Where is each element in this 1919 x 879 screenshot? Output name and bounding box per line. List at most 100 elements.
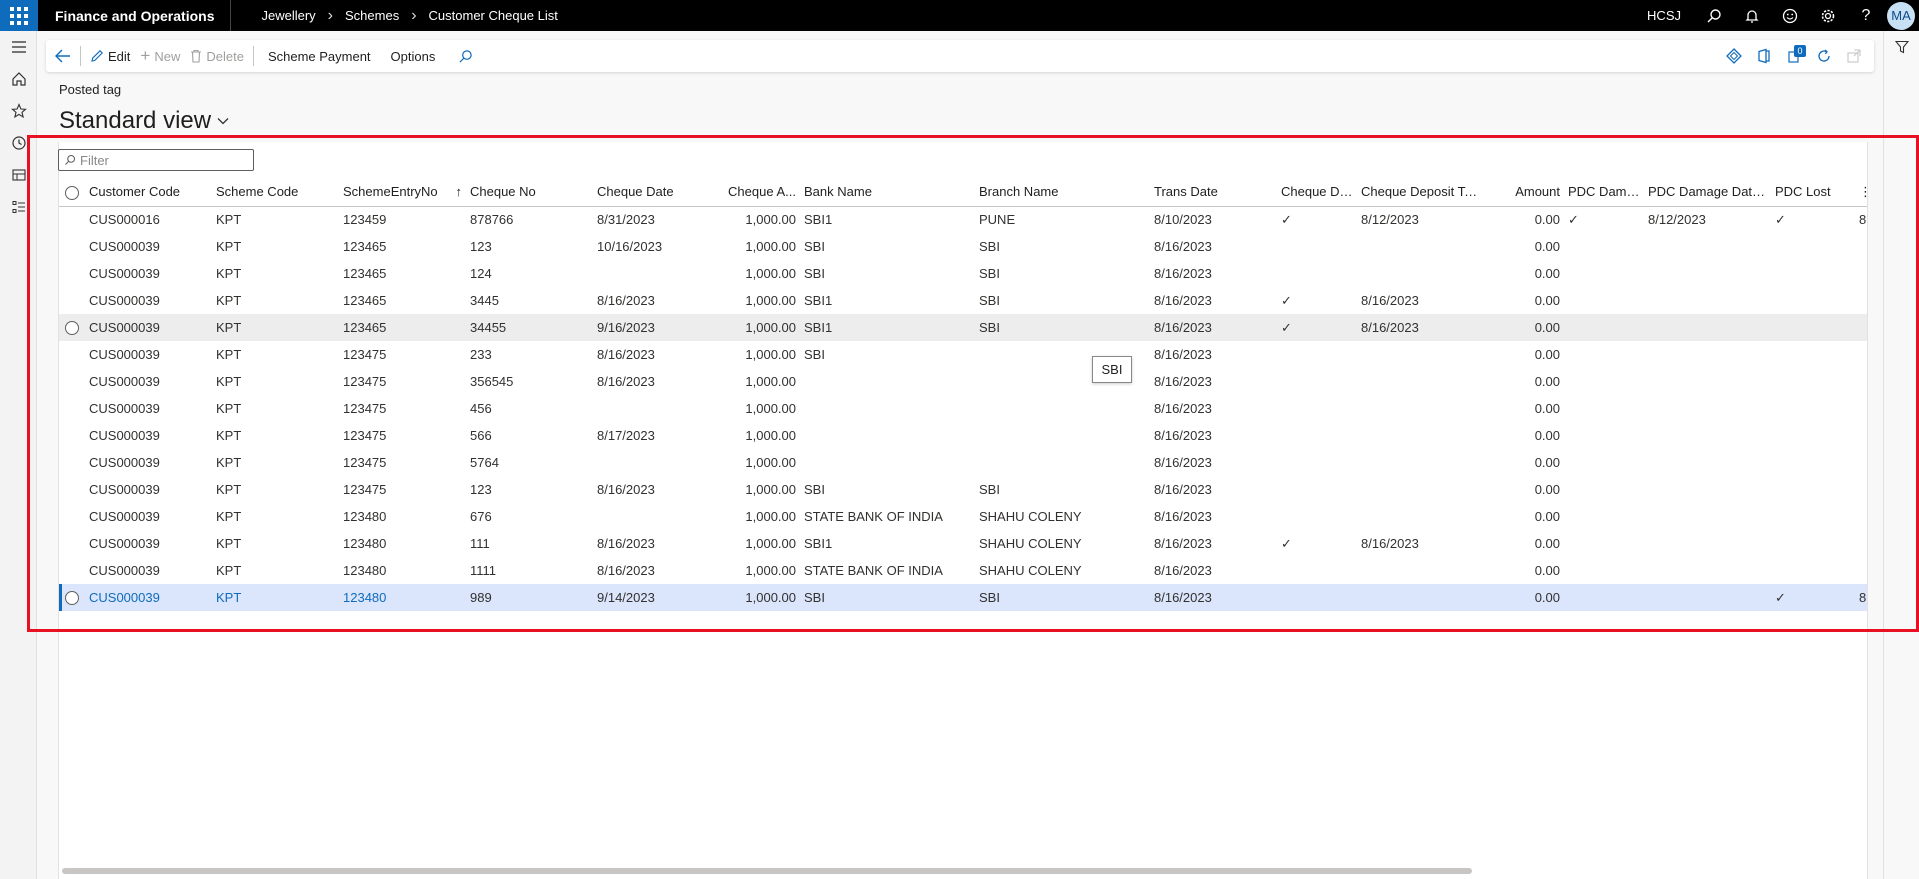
select-all-radio[interactable] (59, 178, 85, 207)
search-actions-button[interactable] (453, 40, 478, 72)
row-select-radio[interactable] (59, 503, 85, 530)
table-cell[interactable]: SBI (975, 476, 1150, 503)
view-selector[interactable]: Standard view (59, 107, 229, 135)
table-cell[interactable] (1644, 395, 1771, 422)
table-cell[interactable]: 8/16/2023 (1150, 260, 1277, 287)
table-cell[interactable] (1564, 557, 1644, 584)
table-cell[interactable]: 123480 (339, 557, 466, 584)
table-cell[interactable]: 1,000.00 (720, 395, 800, 422)
table-cell[interactable]: SBI (800, 260, 975, 287)
table-cell[interactable]: CUS000039 (85, 530, 212, 557)
favorites-star-icon[interactable] (0, 95, 37, 127)
table-cell[interactable]: 0.00 (1484, 341, 1564, 368)
table-cell[interactable]: 0.00 (1484, 368, 1564, 395)
table-cell[interactable]: 34455 (466, 314, 593, 341)
table-cell[interactable]: ✓ (1771, 206, 1855, 233)
table-cell[interactable] (1357, 368, 1484, 395)
table-cell[interactable] (800, 395, 975, 422)
recent-clock-icon[interactable] (0, 127, 37, 159)
table-cell[interactable] (593, 260, 720, 287)
table-cell[interactable] (1277, 368, 1357, 395)
table-cell[interactable]: 0.00 (1484, 260, 1564, 287)
table-cell[interactable] (1277, 233, 1357, 260)
table-cell[interactable]: PUNE (975, 206, 1150, 233)
table-row[interactable]: CUS000039 KPT 123475 233 8/16/2023 1,000.00 SB… (59, 341, 1867, 368)
column-header[interactable]: Trans Date (1150, 178, 1277, 207)
table-cell[interactable]: 8/16/2023 (593, 557, 720, 584)
table-cell[interactable]: CUS000039 (85, 233, 212, 260)
table-cell[interactable] (975, 449, 1150, 476)
table-cell[interactable] (1357, 584, 1484, 611)
table-cell[interactable]: 1,000.00 (720, 584, 800, 611)
table-cell[interactable] (1564, 530, 1644, 557)
table-cell[interactable]: SBI (975, 314, 1150, 341)
table-cell[interactable] (1357, 503, 1484, 530)
row-select-radio[interactable] (59, 287, 85, 314)
table-cell[interactable]: 0.00 (1484, 449, 1564, 476)
table-cell[interactable]: SBI1 (800, 530, 975, 557)
table-cell[interactable] (593, 449, 720, 476)
refresh-icon[interactable] (1812, 44, 1836, 68)
breadcrumb-item-schemes[interactable]: Schemes (345, 8, 399, 23)
table-cell[interactable]: SBI (800, 584, 975, 611)
row-select-radio[interactable] (59, 395, 85, 422)
row-select-radio[interactable] (59, 449, 85, 476)
table-row[interactable]: CUS000039 KPT 123465 123 10/16/2023 1,000.00 S… (59, 233, 1867, 260)
table-cell[interactable]: 123475 (339, 341, 466, 368)
table-cell[interactable] (1644, 530, 1771, 557)
column-header[interactable]: Cheque No (466, 178, 593, 207)
help-icon[interactable]: ? (1847, 0, 1885, 31)
row-select-radio[interactable] (59, 206, 85, 233)
column-header[interactable]: PDC Dama... (1564, 178, 1644, 207)
table-cell[interactable]: SBI1 (800, 314, 975, 341)
table-row[interactable]: CUS000039 KPT 123480 1111 8/16/2023 1,000.00 S… (59, 557, 1867, 584)
table-cell[interactable] (1564, 368, 1644, 395)
table-cell[interactable]: STATE BANK OF INDIA (800, 557, 975, 584)
table-cell[interactable] (1277, 557, 1357, 584)
table-cell[interactable]: 1,000.00 (720, 530, 800, 557)
table-cell[interactable] (1644, 476, 1771, 503)
table-cell[interactable]: KPT (212, 476, 339, 503)
breadcrumb-item-jewellery[interactable]: Jewellery (261, 8, 315, 23)
column-header[interactable]: Cheque De... (1277, 178, 1357, 207)
table-row[interactable]: CUS000039 KPT 123480 111 8/16/2023 1,000.00 SB… (59, 530, 1867, 557)
table-cell[interactable]: 8/16/2023 (593, 476, 720, 503)
table-cell[interactable]: 0.00 (1484, 233, 1564, 260)
feedback-smiley-icon[interactable] (1771, 0, 1809, 31)
table-cell[interactable]: 10/16/2023 (593, 233, 720, 260)
table-cell[interactable]: 123480 (339, 530, 466, 557)
table-cell[interactable]: KPT (212, 233, 339, 260)
table-cell[interactable]: ✓ (1277, 287, 1357, 314)
table-cell[interactable]: 9/14/2023 (593, 584, 720, 611)
table-cell[interactable]: 8/16/2023 (1150, 476, 1277, 503)
settings-gear-icon[interactable] (1809, 0, 1847, 31)
notification-bell-icon[interactable] (1733, 0, 1771, 31)
table-row[interactable]: CUS000039 KPT 123475 566 8/17/2023 1,000.00 8/… (59, 422, 1867, 449)
table-cell[interactable] (1277, 422, 1357, 449)
modules-list-icon[interactable] (0, 191, 37, 223)
table-cell[interactable]: 3445 (466, 287, 593, 314)
table-cell[interactable]: 1,000.00 (720, 503, 800, 530)
table-cell[interactable]: ✓ (1277, 530, 1357, 557)
column-header[interactable]: SchemeEntryNo ↑ (339, 178, 466, 207)
table-cell[interactable]: 123465 (339, 314, 466, 341)
table-cell[interactable]: 8/16/2023 (1150, 503, 1277, 530)
table-cell[interactable] (1771, 395, 1855, 422)
table-cell[interactable]: CUS000039 (85, 503, 212, 530)
table-cell[interactable]: SBI (975, 233, 1150, 260)
table-cell[interactable]: 1,000.00 (720, 341, 800, 368)
table-cell[interactable]: 8/16/2023 (1150, 449, 1277, 476)
table-cell[interactable] (1564, 314, 1644, 341)
row-select-radio[interactable] (59, 368, 85, 395)
row-select-radio[interactable] (59, 341, 85, 368)
table-cell[interactable]: 0.00 (1484, 557, 1564, 584)
row-select-radio[interactable] (59, 314, 85, 341)
table-cell[interactable] (1771, 557, 1855, 584)
table-cell[interactable] (1564, 476, 1644, 503)
table-row[interactable]: CUS000039 KPT 123475 456 1,000.00 8/16/2023 0.… (59, 395, 1867, 422)
table-cell[interactable] (1564, 422, 1644, 449)
table-cell[interactable] (1771, 503, 1855, 530)
table-cell[interactable] (1357, 449, 1484, 476)
attachments-icon[interactable]: 0 (1782, 44, 1806, 68)
workspaces-icon[interactable] (0, 159, 37, 191)
